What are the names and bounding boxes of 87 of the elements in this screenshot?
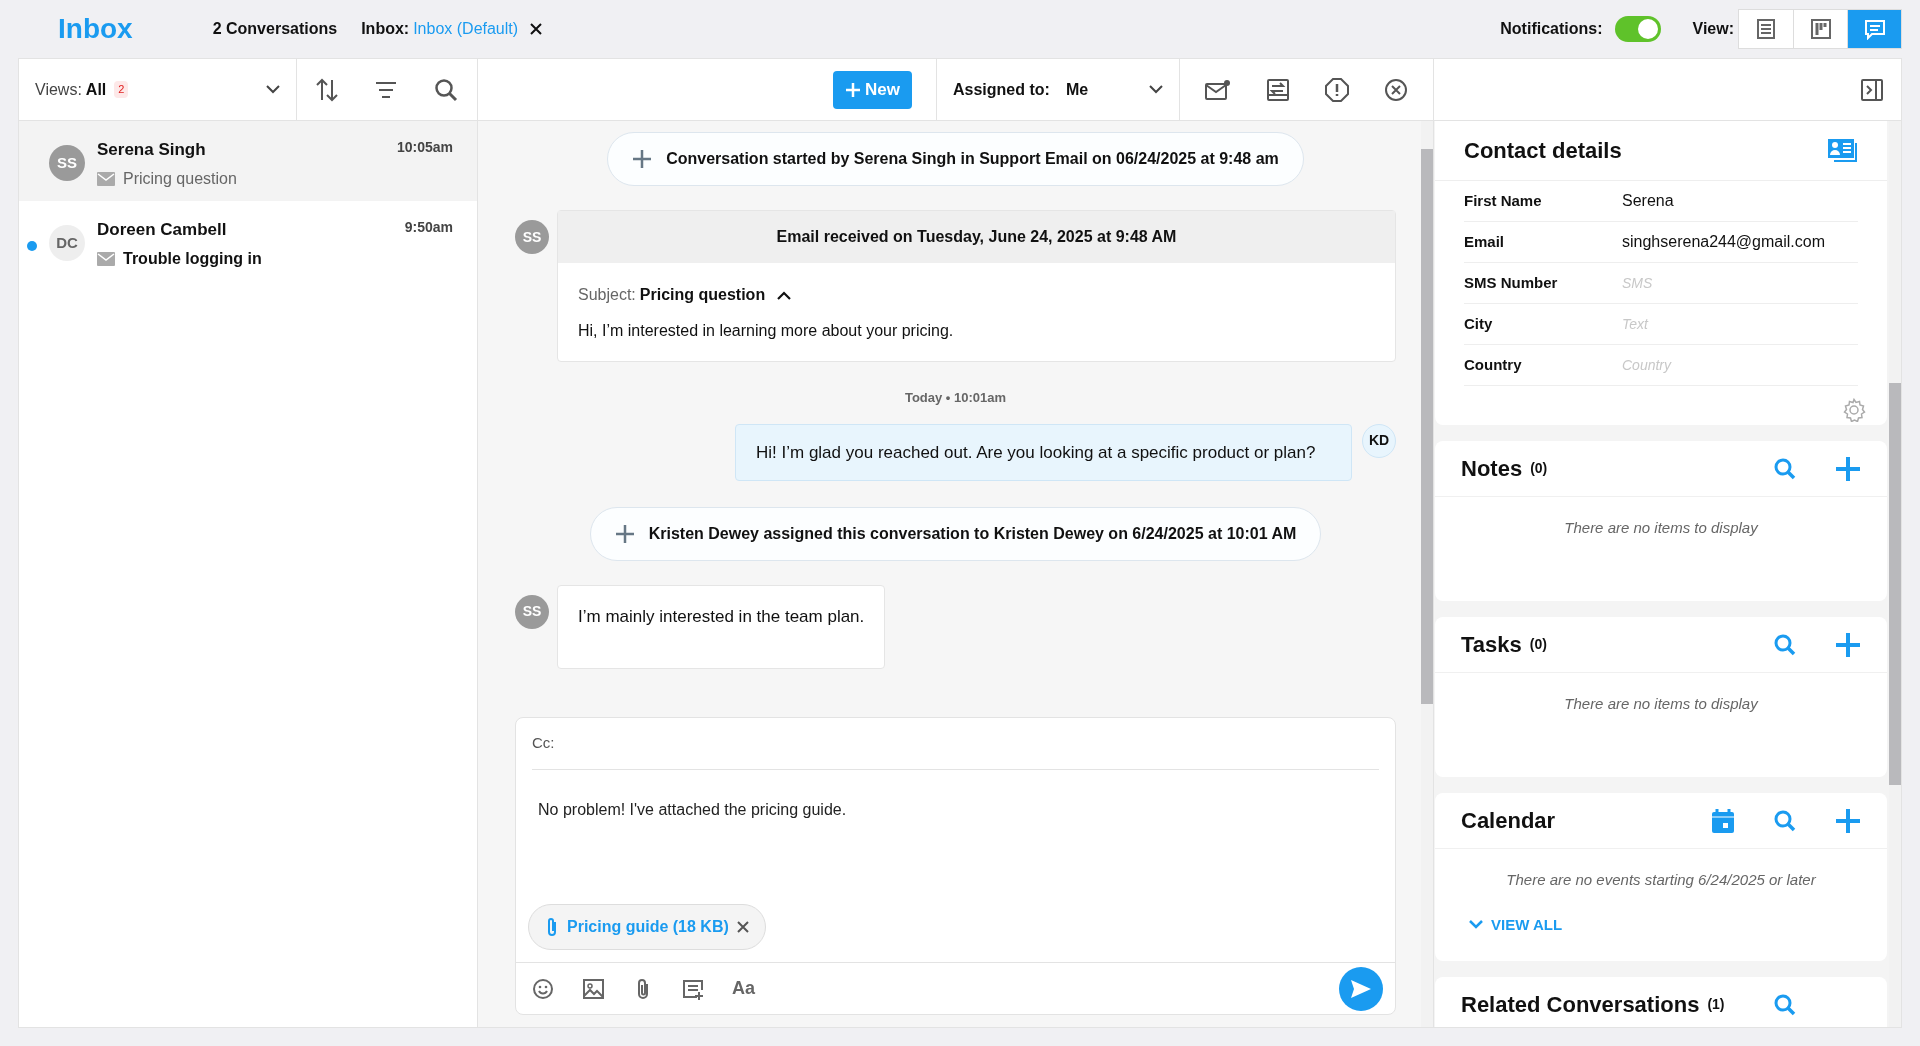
page-title: Inbox [58,12,133,46]
item-count: (1) [1707,995,1725,1014]
message-time: 10:05am [396,138,453,157]
message-input[interactable]: No problem! I've attached the pricing guide. [538,798,1373,904]
contact-card-icon[interactable] [1828,138,1858,163]
empty-message: There are no items to display [1564,694,1758,714]
add-icon[interactable] [1835,631,1861,658]
send-icon [1350,978,1372,999]
plus-icon [632,149,653,169]
assignee-dropdown[interactable]: Assigned to: Me [936,59,1179,120]
avatar: DC [49,225,85,261]
message-time: 9:50am [404,218,453,237]
search-icon[interactable] [434,77,459,102]
chevron-up-icon[interactable] [777,290,792,300]
email-subject: Pricing question [639,285,766,305]
add-icon[interactable] [1835,807,1861,834]
contact-name: Serena Singh [97,139,206,161]
scrollbar-thumb[interactable] [1421,149,1433,704]
image-icon[interactable] [582,977,604,1000]
field-value[interactable]: singhserena244@gmail.com [1622,230,1825,254]
timestamp: Today • 10:01am [904,389,1007,407]
subject-label: Subject: [578,285,636,305]
filter-icon[interactable] [375,80,397,99]
plus-icon [614,523,635,544]
sort-icon[interactable] [315,77,338,102]
item-count: (0) [1529,635,1547,654]
cc-label: Cc: [532,733,555,754]
close-icon[interactable] [530,23,543,35]
avatar: SS [515,220,549,254]
plus-icon [845,81,862,98]
avatar: KD [1362,423,1396,458]
field-value[interactable]: Serena [1622,189,1674,213]
empty-message: There are no events starting 6/24/2025 or later [1506,870,1816,890]
message-bubble: Hi! I’m glad you reached out. Are you looking at a specific product or plan? [735,423,1352,481]
email-header: Email received on Tuesday, June 24, 2025 at 9:48 AM [558,211,1395,263]
scrollbar-thumb[interactable] [1889,383,1901,785]
event-notice: Kristen Dewey assigned this conversation to Kristen Dewey on 6/24/2025 at 10:01 AM [589,506,1322,561]
notifications-label: Notifications: [1500,19,1603,39]
empty-message: There are no items to display [1564,518,1758,538]
remove-icon[interactable] [736,921,749,933]
view-toggle-button[interactable] [1847,10,1901,48]
chevron-down-icon [266,85,280,94]
view-label: View: [1692,19,1734,39]
collapse-panel-icon[interactable] [1861,78,1883,101]
warning-icon[interactable] [1324,77,1349,102]
contact-name: Doreen Cambell [97,219,227,241]
field-label: Email [1464,231,1506,252]
email-body: Hi, I’m interested in learning more about your pricing. [577,321,955,341]
list-view-icon [1755,18,1777,40]
note-add-icon[interactable] [682,977,704,1000]
paperclip-icon [545,917,559,937]
panel-title: Tasks [1461,631,1522,659]
move-to-tray-icon[interactable] [1266,77,1291,102]
mail-icon [97,251,115,266]
inbox-label: Inbox: [361,19,410,39]
views-dropdown[interactable]: Views: All 2 [19,59,297,120]
count-badge: 2 [114,81,129,98]
conversation-subject: Trouble logging in [123,248,262,269]
message-bubble: I’m mainly interested in the team plan. [557,584,886,669]
text-format-button[interactable]: Aa [732,975,755,1002]
calendar-icon[interactable] [1711,807,1735,834]
conversation-count: 2 Conversations [212,19,338,39]
chat-view-icon [1863,18,1886,40]
avatar: SS [515,594,549,629]
panel-title: Calendar [1461,807,1556,835]
field-label: Country [1464,354,1523,375]
mail-icon[interactable] [1205,78,1232,101]
field-label: City [1464,313,1494,334]
panel-title: Related Conversations [1461,991,1700,1019]
card-title: Contact details [1464,137,1622,165]
add-icon[interactable] [1835,455,1861,482]
event-notice: Conversation started by Serena Singh in Support Email on 06/24/2025 at 9:48 am [607,132,1304,186]
send-button[interactable] [1339,966,1383,1011]
board-view-icon [1809,18,1832,40]
field-label: First Name [1464,190,1543,211]
chevron-down-icon [1469,920,1483,930]
panel-title: Notes [1461,455,1523,483]
notifications-toggle[interactable] [1614,16,1661,42]
chevron-down-icon [1149,85,1163,94]
close-circle-icon[interactable] [1383,77,1408,102]
item-count: (0) [1530,459,1548,478]
conversation-item[interactable]: SS Serena Singh 10:05am Pricing question [19,121,477,201]
avatar: SS [49,145,85,181]
conversation-subject: Pricing question [123,168,237,189]
mail-icon [97,171,115,186]
emoji-icon[interactable] [532,977,554,1000]
field-label: SMS Number [1464,272,1559,293]
